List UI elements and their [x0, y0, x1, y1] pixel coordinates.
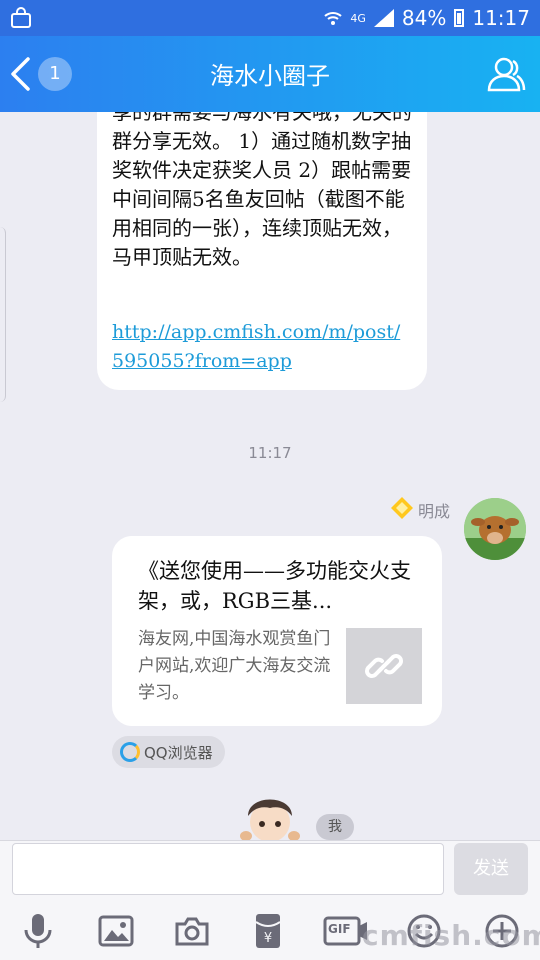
microphone-icon: [24, 914, 52, 948]
diamond-badge-icon: [391, 497, 413, 519]
share-card-title: 《送您使用——多功能交火支架，或，RGB三基...: [138, 559, 411, 613]
share-card[interactable]: 《送您使用——多功能交火支架，或，RGB三基... 海友网,中国海水观赏鱼门户网…: [112, 536, 442, 726]
shopping-bag-icon: [11, 7, 31, 28]
page-title: 海水小圈子: [210, 62, 330, 90]
sender-avatar[interactable]: [464, 498, 526, 560]
send-button[interactable]: 发送: [454, 843, 528, 895]
message-bubble[interactable]: 享的群需要与海水有关哦，无关的群分享无效。 1）通过随机数字抽奖软件决定获奖人员…: [97, 112, 427, 390]
share-card-thumbnail: [346, 628, 422, 704]
me-label: 我: [316, 814, 354, 840]
side-drawer-handle[interactable]: [0, 227, 6, 402]
input-bar: 发送 ¥ GIF cmfish.com: [0, 840, 540, 960]
gif-label: GIF: [328, 922, 351, 936]
message-link[interactable]: http://app.cmfish.com/m/post/595055?from…: [112, 318, 412, 376]
cow-avatar-icon: [464, 498, 526, 560]
chat-area[interactable]: 享的群需要与海水有关哦，无关的群分享无效。 1）通过随机数字抽奖软件决定获奖人员…: [0, 112, 540, 840]
svg-text:¥: ¥: [264, 931, 272, 946]
cartoon-boy-avatar-icon: [240, 799, 300, 840]
status-bar: 4G 84% 11:17: [0, 0, 540, 36]
message-timestamp: 11:17: [248, 444, 292, 462]
red-packet-button[interactable]: ¥: [246, 909, 290, 953]
source-label: QQ浏览器: [144, 743, 213, 762]
source-tag[interactable]: QQ浏览器: [112, 736, 225, 768]
watermark: cmfish.com: [362, 919, 540, 952]
camera-icon: [175, 917, 209, 946]
group-members-icon[interactable]: [486, 54, 526, 94]
network-type: 4G: [350, 11, 366, 25]
voice-button[interactable]: [16, 909, 60, 953]
sender-name: 明成: [418, 502, 451, 521]
battery-percent: 84%: [401, 6, 447, 30]
message-input[interactable]: [12, 843, 444, 895]
message-text: 享的群需要与海水有关哦，无关的群分享无效。 1）通过随机数字抽奖软件决定获奖人员…: [112, 112, 412, 269]
my-avatar[interactable]: [238, 788, 302, 840]
camera-button[interactable]: [170, 909, 214, 953]
image-icon: [98, 915, 134, 947]
signal-icon: [373, 9, 394, 27]
red-packet-icon: ¥: [255, 914, 281, 948]
qq-browser-icon: [120, 742, 140, 762]
image-button[interactable]: [94, 909, 138, 953]
battery-icon: [454, 9, 465, 27]
title-bar: 1 海水小圈子: [0, 36, 540, 112]
wifi-icon: [324, 12, 343, 25]
link-icon: [365, 654, 403, 678]
clock: 11:17: [472, 6, 530, 30]
share-card-description: 海友网,中国海水观赏鱼门户网站,欢迎广大海友交流学习。: [138, 629, 331, 703]
